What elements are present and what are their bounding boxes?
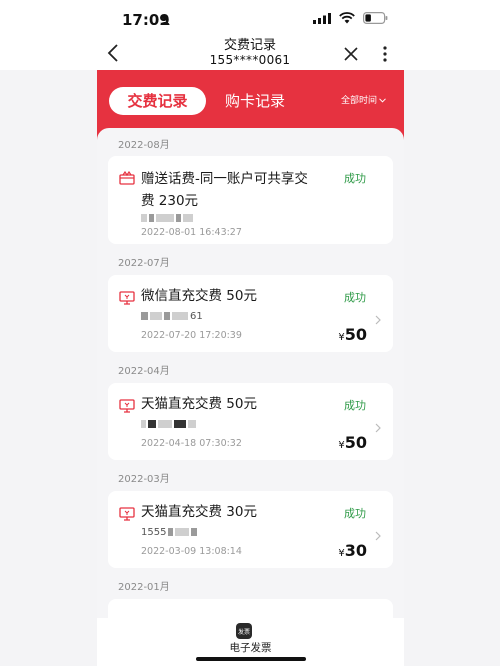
person-icon	[160, 14, 170, 25]
monitor-icon	[119, 291, 135, 305]
account-suffix: 61	[190, 311, 203, 322]
amount-value: 30	[344, 541, 367, 560]
record-card[interactable]: 天猫直充交费 50元 成功 2022-04-18 07:30:32 ¥50	[108, 383, 393, 460]
wifi-icon	[339, 12, 355, 24]
tab-card-records[interactable]: 购卡记录	[225, 87, 285, 115]
record-title: 微信直充交费 50元	[141, 288, 257, 304]
record-card[interactable]: 赠送话费-同一账户可共享交 费 230元 成功 2022-08-01 16:43…	[108, 156, 393, 244]
invoice-icon: 发票	[236, 623, 252, 639]
record-card[interactable]: 天猫直充交费 30元 成功 1555 2022-03-09 13:08:14 ¥…	[108, 491, 393, 568]
record-title-line1: 赠送话费-同一账户可共享交	[141, 171, 308, 187]
nav-bar: 交费记录 155****0061	[0, 38, 500, 70]
month-header: 2022-07月	[118, 258, 170, 269]
record-title-line2: 费 230元	[141, 193, 199, 209]
time-filter-label: 全部时间	[340, 96, 377, 106]
record-status: 成功	[344, 291, 366, 304]
status-icons	[313, 12, 388, 24]
account-masked: 1555	[141, 527, 199, 538]
invoice-icon-text: 发票	[238, 628, 250, 636]
record-time: 2022-03-09 13:08:14	[141, 546, 242, 557]
chevron-right-icon	[375, 531, 381, 541]
record-time: 2022-07-20 17:20:39	[141, 330, 242, 341]
month-header: 2022-08月	[118, 140, 170, 151]
amount-value: 50	[344, 325, 367, 344]
record-title: 天猫直充交费 50元	[141, 396, 257, 412]
e-invoice-label: 电子发票	[229, 642, 272, 654]
chevron-right-icon	[375, 315, 381, 325]
monitor-icon	[119, 399, 135, 413]
record-list: 2022-08月 赠送话费-同一账户可共享交 费 230元 成功 2022-08…	[97, 128, 404, 666]
chevron-down-icon	[379, 98, 386, 103]
account-masked: 61	[141, 311, 203, 322]
account-prefix: 1555	[141, 527, 167, 538]
record-time: 2022-08-01 16:43:27	[141, 227, 242, 238]
phone-number: 155****0061	[209, 53, 291, 67]
page-title: 交费记录	[223, 38, 276, 53]
app-content: 交费记录 购卡记录 全部时间 2022-08月 赠送话费-同一账户可共享交 费 …	[97, 70, 404, 666]
month-header: 2022-01月	[118, 582, 170, 593]
record-card[interactable]: 微信直充交费 50元 成功 61 2022-07-20 17:20:39 ¥50	[108, 275, 393, 352]
home-indicator	[196, 657, 306, 661]
more-icon[interactable]	[380, 44, 390, 64]
record-time: 2022-04-18 07:30:32	[141, 438, 242, 449]
account-masked	[141, 419, 198, 430]
status-bar: 17:09	[0, 0, 500, 38]
signal-icon	[313, 12, 331, 24]
record-amount: ¥30	[338, 541, 367, 560]
amount-value: 50	[344, 433, 367, 452]
record-status: 成功	[344, 399, 366, 412]
monitor-icon	[119, 507, 135, 521]
battery-icon	[363, 12, 388, 24]
record-amount: ¥50	[338, 325, 367, 344]
gift-icon	[119, 171, 135, 185]
time-filter[interactable]: 全部时间	[341, 87, 386, 115]
record-status: 成功	[344, 507, 366, 520]
tab-payment-records[interactable]: 交费记录	[109, 87, 206, 115]
account-masked	[141, 213, 195, 224]
record-amount: ¥50	[338, 433, 367, 452]
chevron-right-icon	[375, 423, 381, 433]
close-icon[interactable]	[343, 46, 359, 62]
record-title: 赠送话费-同一账户可共享交 费 230元	[141, 168, 308, 212]
record-title: 天猫直充交费 30元	[141, 504, 257, 520]
month-header: 2022-03月	[118, 474, 170, 485]
record-status: 成功	[344, 172, 366, 185]
month-header: 2022-04月	[118, 366, 170, 377]
